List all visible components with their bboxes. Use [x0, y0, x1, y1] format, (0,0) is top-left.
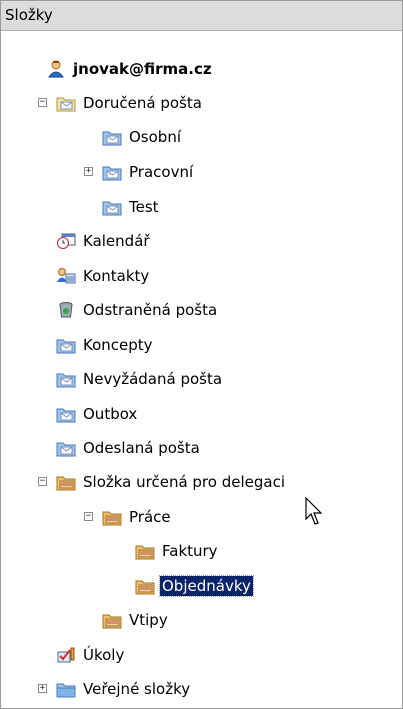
tree-item-calendar[interactable]: Kalendář	[55, 229, 152, 253]
contacts-label: Kontakty	[83, 267, 150, 285]
delegation-label: Složka určená pro delegaci	[83, 473, 285, 491]
outbox-label: Outbox	[83, 405, 138, 423]
shared-folder-icon	[134, 541, 156, 561]
mail-folder-icon	[55, 335, 77, 355]
inbox-label: Doručená pošta	[83, 94, 202, 112]
tree-item-work[interactable]: Práce	[101, 505, 173, 529]
calendar-icon	[55, 231, 77, 251]
collapse-toggle-work[interactable]: −	[84, 512, 93, 521]
pracovni-label: Pracovní	[129, 163, 194, 181]
tasks-icon	[55, 645, 77, 665]
jokes-label: Vtipy	[129, 611, 168, 629]
expand-toggle-public[interactable]: +	[38, 684, 47, 693]
account-label: jnovak@firma.cz	[73, 60, 212, 78]
mail-folder-icon	[101, 197, 123, 217]
public-label: Veřejné složky	[83, 680, 191, 698]
collapse-toggle-inbox[interactable]: −	[38, 98, 47, 107]
shared-folder-icon	[101, 507, 123, 527]
shared-folder-icon	[101, 610, 123, 630]
pane-header: Složky	[1, 1, 402, 31]
shared-folder-icon	[134, 576, 156, 596]
tree-item-drafts[interactable]: Koncepty	[55, 333, 155, 357]
drafts-label: Koncepty	[83, 336, 153, 354]
tree-item-tasks[interactable]: Úkoly	[55, 643, 126, 667]
collapse-toggle-delegation[interactable]: −	[38, 477, 47, 486]
tree-item-osobni[interactable]: Osobní	[101, 125, 183, 149]
mail-folder-icon	[55, 438, 77, 458]
tree-item-account[interactable]: jnovak@firma.cz	[45, 57, 214, 81]
osobni-label: Osobní	[129, 128, 181, 146]
tree-item-delegation[interactable]: Složka určená pro delegaci	[55, 470, 287, 494]
tree-item-public[interactable]: Veřejné složky	[55, 677, 192, 701]
shared-folder-icon	[55, 472, 77, 492]
folder-pane: Složky jnovak@firma.cz − Doručená pošta …	[0, 0, 403, 709]
tree-item-inbox[interactable]: Doručená pošta	[55, 91, 204, 115]
tree-item-invoices[interactable]: Faktury	[134, 539, 220, 563]
mail-folder-icon	[101, 127, 123, 147]
expand-toggle-pracovni[interactable]: +	[84, 167, 93, 176]
tree-item-orders[interactable]: Objednávky	[134, 574, 254, 598]
user-icon	[45, 59, 67, 79]
public-folder-icon	[55, 679, 77, 699]
deleted-label: Odstraněná pošta	[83, 301, 218, 319]
trash-icon	[55, 300, 77, 320]
mouse-cursor-icon	[305, 497, 323, 525]
test-label: Test	[129, 198, 159, 216]
contacts-icon	[55, 266, 77, 286]
tree-item-pracovni[interactable]: Pracovní	[101, 160, 195, 184]
tree-item-jokes[interactable]: Vtipy	[101, 608, 170, 632]
calendar-label: Kalendář	[83, 232, 150, 250]
tree-item-sent[interactable]: Odeslaná pošta	[55, 436, 202, 460]
tree-item-contacts[interactable]: Kontakty	[55, 264, 151, 288]
tree-item-outbox[interactable]: Outbox	[55, 402, 139, 426]
tree-item-junk[interactable]: Nevyžádaná pošta	[55, 367, 224, 391]
mail-folder-icon	[101, 162, 123, 182]
invoices-label: Faktury	[162, 542, 218, 560]
tree-item-test[interactable]: Test	[101, 195, 161, 219]
mail-folder-icon	[55, 404, 77, 424]
junk-label: Nevyžádaná pošta	[83, 370, 223, 388]
work-label: Práce	[129, 508, 171, 526]
tree-item-deleted[interactable]: Odstraněná pošta	[55, 298, 219, 322]
sent-label: Odeslaná pošta	[83, 439, 200, 457]
tasks-label: Úkoly	[83, 646, 125, 664]
mail-folder-icon	[55, 369, 77, 389]
mail-folder-icon	[55, 93, 77, 113]
orders-label-selected: Objednávky	[159, 575, 254, 597]
